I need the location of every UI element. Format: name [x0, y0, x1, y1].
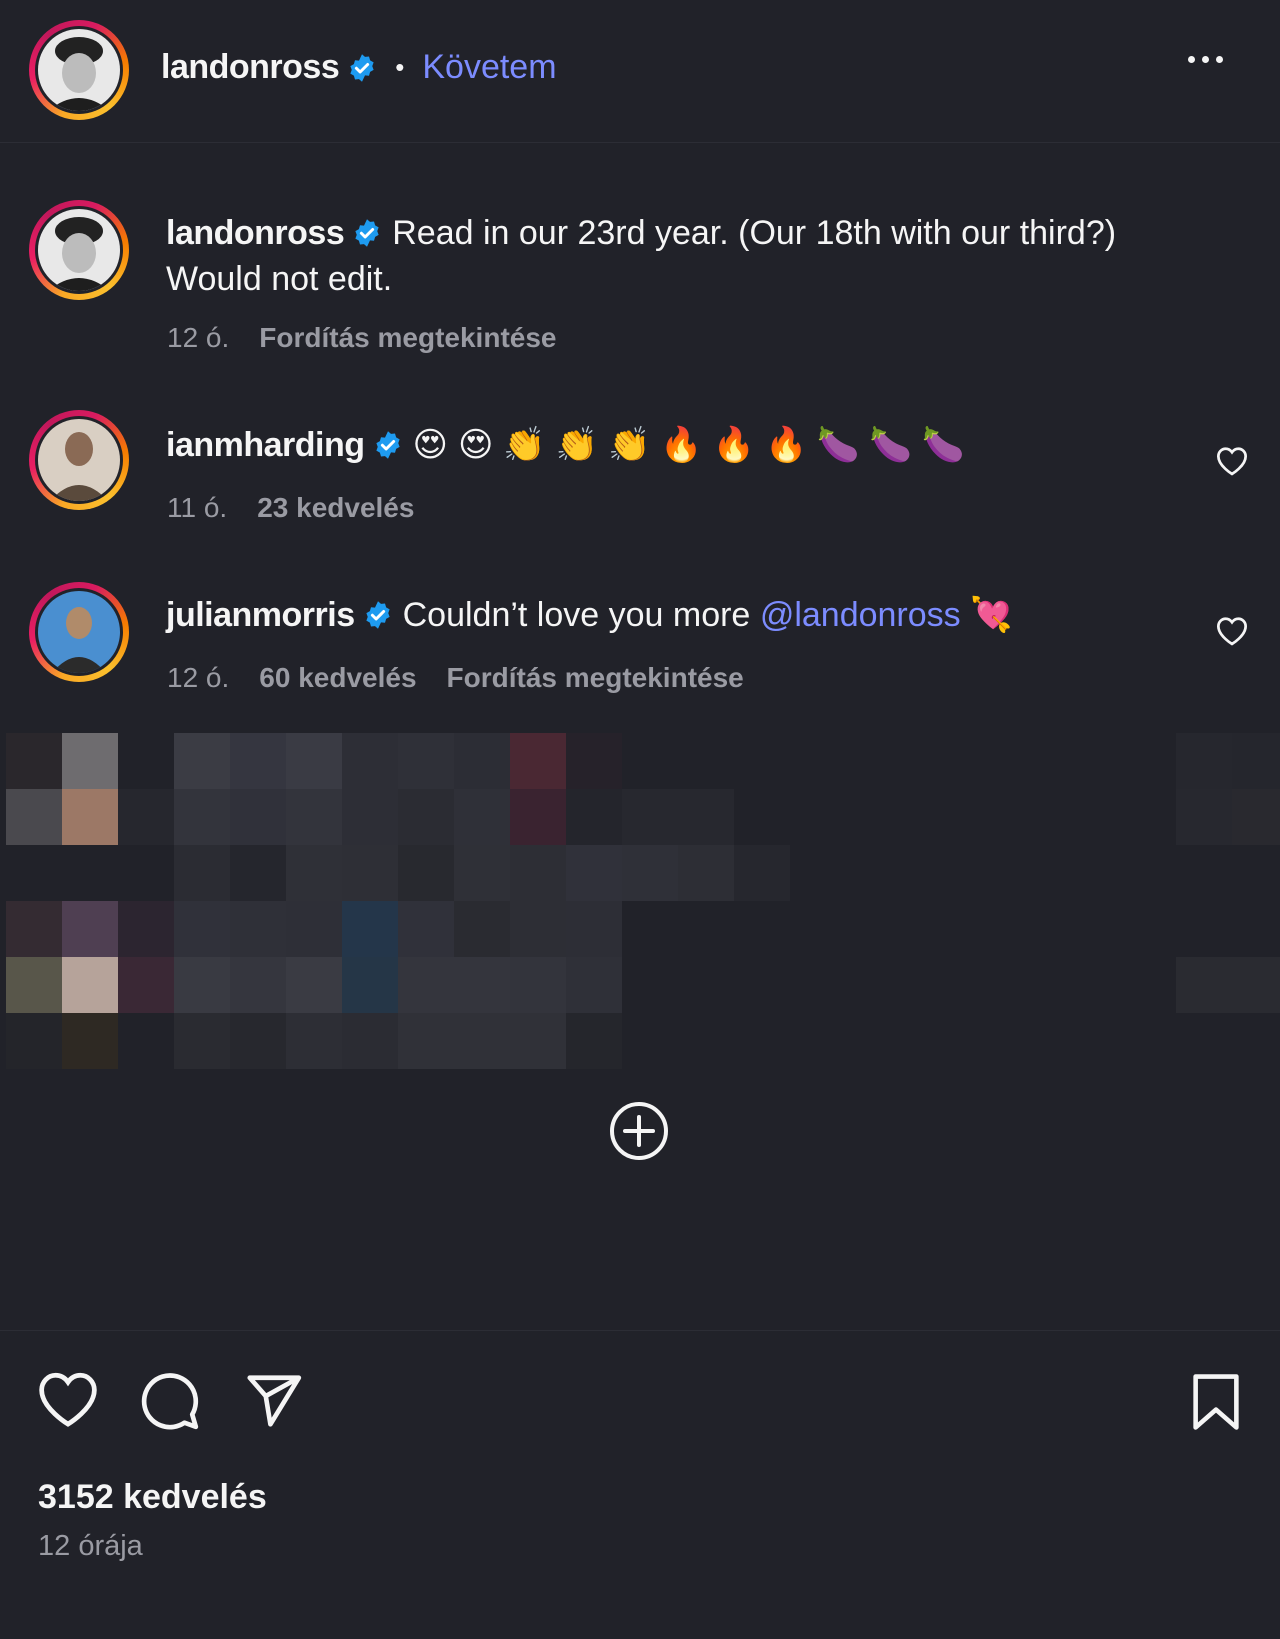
post-time[interactable]: 12 órája: [38, 1530, 143, 1563]
add-circle-icon[interactable]: [608, 1100, 670, 1162]
comment-username[interactable]: ianmharding: [166, 426, 365, 464]
comment-time[interactable]: 12 ó.: [167, 322, 229, 354]
comment-username[interactable]: julianmorris: [166, 596, 355, 634]
heart-icon[interactable]: [36, 1370, 100, 1428]
bookmark-icon[interactable]: [1190, 1374, 1242, 1430]
heart-icon[interactable]: [1215, 446, 1249, 476]
comment-time[interactable]: 12 ó.: [167, 662, 229, 694]
comment-emoji: 💘: [970, 596, 1013, 634]
comment-body: ianmharding 😍😍👏👏👏🔥🔥🔥🍆🍆🍆: [166, 422, 1186, 468]
heart-icon[interactable]: [1215, 616, 1249, 646]
more-icon[interactable]: [1188, 56, 1223, 63]
avatar[interactable]: [29, 582, 129, 682]
comment-body: julianmorris Couldn’t love you more @land…: [166, 592, 1186, 638]
comment-time[interactable]: 11 ó.: [167, 492, 227, 524]
mention-link[interactable]: @landonross: [760, 596, 961, 634]
follow-button[interactable]: Követem: [422, 48, 556, 87]
comment-text: 😍😍👏👏👏🔥🔥🔥🍆🍆🍆: [412, 426, 975, 464]
verified-icon: [365, 601, 390, 629]
comment-text: Couldn’t love you more: [402, 596, 751, 634]
share-icon[interactable]: [242, 1370, 304, 1432]
post-likes[interactable]: 3152 kedvelés: [38, 1478, 267, 1517]
verified-icon: [350, 53, 374, 82]
comment-body: landonross Read in our 23rd year. (Our 18…: [166, 210, 1186, 302]
comment-likes[interactable]: 60 kedvelés: [259, 662, 416, 694]
avatar[interactable]: [29, 410, 129, 510]
comment-username[interactable]: landonross: [166, 214, 345, 252]
pixelated-content: [6, 733, 1280, 1069]
post-header: landonross • Követem: [0, 0, 1280, 143]
comment-icon[interactable]: [139, 1370, 201, 1432]
avatar[interactable]: [29, 200, 129, 300]
verified-icon: [375, 431, 400, 459]
translate-link[interactable]: Fordítás megtekintése: [447, 662, 744, 694]
comment-likes[interactable]: 23 kedvelés: [257, 492, 414, 524]
author-avatar[interactable]: [29, 20, 129, 120]
verified-icon: [355, 219, 379, 247]
author-username[interactable]: landonross: [161, 48, 340, 87]
separator-dot: •: [395, 52, 405, 82]
translate-link[interactable]: Fordítás megtekintése: [259, 322, 556, 354]
